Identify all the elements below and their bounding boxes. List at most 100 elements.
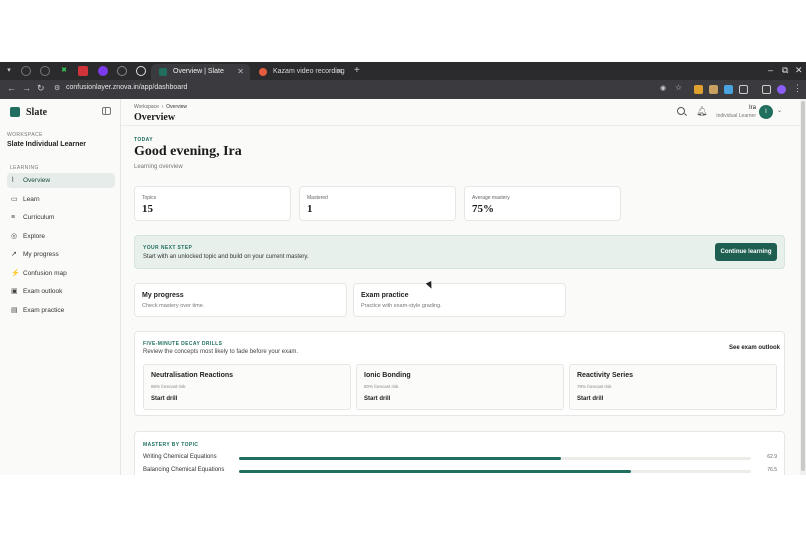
extension-icon[interactable] (694, 85, 703, 94)
pinned-tab-icon[interactable] (40, 66, 50, 76)
drill-card[interactable]: Neutralisation Reactions 86% forecast ri… (143, 364, 351, 410)
incognito-icon[interactable]: ◉ (660, 84, 666, 92)
profile-icon[interactable] (777, 85, 786, 94)
scrollbar-thumb[interactable] (801, 101, 805, 471)
header-divider (121, 125, 806, 126)
drill-name: Ionic Bonding (364, 372, 411, 379)
user-role: Individual Learner (716, 113, 756, 119)
drill-name: Reactivity Series (577, 372, 634, 379)
sidebar: Slate WORKSPACE Slate Individual Learner… (0, 99, 121, 475)
github-icon[interactable] (136, 66, 146, 76)
next-step-label: YOUR NEXT STEP (143, 245, 193, 251)
bookmark-star-icon[interactable]: ☆ (675, 83, 682, 92)
sidebar-item-exam-outlook[interactable]: ▣ Exam outlook (7, 284, 115, 299)
user-name[interactable]: Ira (738, 105, 756, 111)
trend-icon: ↗ (11, 251, 17, 258)
tab-overview[interactable]: Overview | Slate ✕ (151, 64, 250, 80)
extension-icon[interactable] (724, 85, 733, 94)
see-exam-outlook-link[interactable]: See exam outlook (729, 345, 780, 351)
pinned-tab-icon[interactable] (78, 66, 88, 76)
start-drill-button[interactable]: Start drill (577, 396, 603, 402)
reload-icon[interactable]: ↻ (37, 83, 45, 94)
url-field[interactable]: confusionlayer.znova.in/app/dashboard (66, 84, 187, 91)
section-label: LEARNING (10, 165, 39, 171)
exam-practice-card[interactable]: Exam practice Practice with exam-style g… (353, 283, 566, 317)
mastery-fill (239, 470, 631, 473)
pinned-tab-icon[interactable] (98, 66, 108, 76)
continue-learning-button[interactable]: Continue learning (715, 243, 777, 261)
decay-drills-panel: FIVE-MINUTE DECAY DRILLS Review the conc… (134, 331, 785, 416)
start-drill-button[interactable]: Start drill (151, 396, 177, 402)
workspace-name[interactable]: Slate Individual Learner (7, 141, 86, 148)
browser-menu-icon[interactable]: ⋮ (793, 83, 802, 94)
sidebar-toggle-icon[interactable] (762, 85, 771, 94)
pinned-tab-icon[interactable] (21, 66, 31, 76)
sidebar-item-overview[interactable]: ⌇ Overview (7, 173, 115, 188)
sidebar-item-label: Learn (23, 196, 40, 203)
close-tab-icon[interactable]: ✕ (237, 64, 244, 80)
next-step-text: Start with an unlocked topic and build o… (143, 254, 309, 260)
my-progress-card[interactable]: My progress Check mastery over time. (134, 283, 347, 317)
pinned-tab-icon[interactable]: ✖ (59, 66, 69, 76)
workspace-label: WORKSPACE (7, 132, 43, 138)
page-title: Overview (134, 112, 176, 123)
maximize-icon[interactable]: ⧉ (782, 65, 788, 76)
tab-title: Kazam video recording (273, 68, 345, 75)
stat-label: Average mastery (472, 195, 510, 201)
site-info-icon[interactable]: ⚙ (54, 84, 60, 92)
breadcrumb-current: Overview (166, 104, 187, 110)
page-scrollbar[interactable] (800, 99, 806, 475)
sidebar-item-learn[interactable]: ▭ Learn (7, 192, 115, 207)
drill-card[interactable]: Ionic Bonding 80% forecast risk Start dr… (356, 364, 564, 410)
forward-icon[interactable]: → (22, 83, 31, 93)
tab-menu-icon[interactable]: ▾ (4, 66, 14, 76)
extension-icon[interactable] (709, 85, 718, 94)
sidebar-item-label: My progress (23, 251, 59, 258)
kazam-favicon-icon (259, 68, 267, 76)
sidebar-item-confusion-map[interactable]: ⚡ Confusion map (7, 266, 115, 281)
sidebar-item-label: Confusion map (23, 270, 67, 277)
sidebar-item-my-progress[interactable]: ↗ My progress (7, 247, 115, 262)
sidebar-item-label: Overview (23, 177, 51, 184)
stat-card-average-mastery: Average mastery 75% (464, 186, 621, 221)
sidebar-item-curriculum[interactable]: ≡ Curriculum (7, 210, 115, 225)
mastery-by-topic-panel: MASTERY BY TOPIC Writing Chemical Equati… (134, 431, 785, 475)
sidebar-item-label: Exam practice (23, 307, 65, 314)
search-icon[interactable] (677, 107, 685, 115)
sidebar-item-label: Explore (23, 233, 46, 240)
mastery-track (239, 470, 751, 473)
avatar[interactable]: I (759, 105, 773, 119)
slate-favicon-icon (159, 68, 167, 76)
drills-label: FIVE-MINUTE DECAY DRILLS (143, 341, 223, 347)
tab-kazam[interactable]: Kazam video recording ✕ (251, 64, 349, 80)
clipboard-icon: ▤ (11, 307, 18, 314)
sidebar-item-label: Curriculum (23, 214, 55, 221)
sidebar-item-exam-practice[interactable]: ▤ Exam practice (7, 303, 115, 318)
breadcrumb-root[interactable]: Workspace (134, 104, 159, 110)
card-subtitle: Check mastery over time. (142, 303, 205, 309)
calendar-icon: ▣ (11, 288, 18, 295)
mastery-topic: Writing Chemical Equations (143, 454, 217, 460)
browser-window: ▾ ✖ Overview | Slate ✕ Kazam video recor… (0, 62, 806, 475)
close-tab-icon[interactable]: ✕ (336, 64, 343, 80)
extensions-puzzle-icon[interactable] (739, 85, 748, 94)
minimize-icon[interactable]: – (768, 65, 773, 75)
chevron-down-icon[interactable]: ⌄ (777, 107, 782, 114)
today-label: TODAY (134, 137, 153, 143)
compass-icon: ◎ (11, 233, 18, 240)
drill-risk: 80% forecast risk (364, 384, 399, 389)
sidebar-item-explore[interactable]: ◎ Explore (7, 229, 115, 244)
drill-card[interactable]: Reactivity Series 79% forecast risk Star… (569, 364, 777, 410)
new-tab-icon[interactable]: + (354, 65, 360, 76)
next-step-banner: YOUR NEXT STEP Start with an unlocked to… (134, 235, 785, 269)
stat-card-mastered: Mastered 1 (299, 186, 456, 221)
stat-label: Topics (142, 195, 157, 201)
stat-value: 15 (142, 203, 153, 215)
pinned-tab-icon[interactable] (117, 66, 127, 76)
greeting: Good evening, Ira (134, 144, 242, 159)
start-drill-button[interactable]: Start drill (364, 396, 390, 402)
page-subtitle: Learning overview (134, 164, 183, 170)
collapse-sidebar-icon[interactable] (102, 107, 111, 115)
close-window-icon[interactable]: ✕ (795, 65, 803, 76)
back-icon[interactable]: ← (7, 83, 16, 93)
